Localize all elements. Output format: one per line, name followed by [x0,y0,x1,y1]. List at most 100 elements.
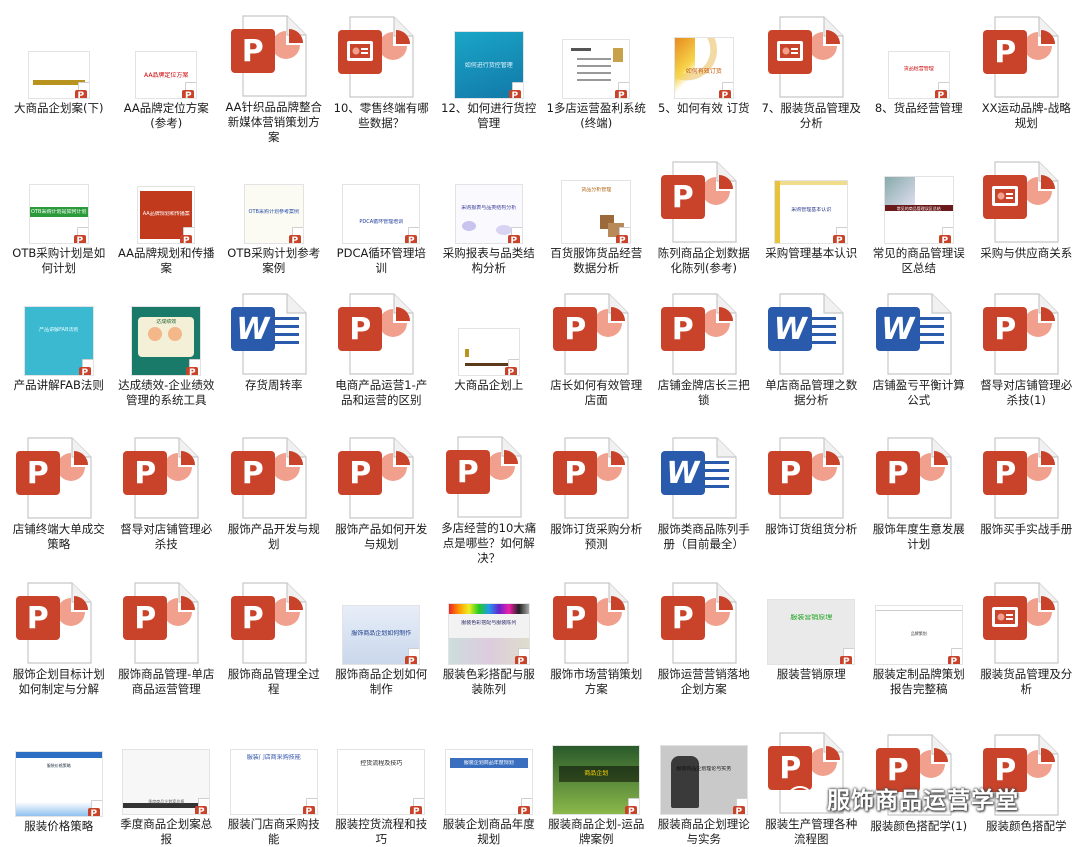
file-item[interactable]: 品牌策划 P 服装定制品牌策划报告完整稿 [865,566,973,718]
file-item[interactable]: AA品牌定位方案 P AA品牌定位方案(参考) [113,0,221,145]
file-name: 服装货品管理及分析 [980,667,1073,696]
slide-title-text: OTB采购计划参考案例 [248,209,299,215]
file-name: 店铺终端大单成交策略 [12,522,105,551]
file-item[interactable]: P 督导对店铺管理必杀技 [113,421,221,566]
file-item[interactable]: P 督导对店铺管理必杀技(1) [973,277,1080,421]
file-item[interactable]: P 服饰企划目标计划如何制定与分解 [5,566,113,718]
file-name: 存货周转率 [245,378,303,392]
file-item[interactable]: W 店铺盈亏平衡计算公式 [865,277,973,421]
file-item[interactable]: 如何进行货控管理 P 12、如何进行货控管理 [435,0,543,145]
file-item[interactable]: W 服饰类商品陈列手册（目前最全） [650,421,758,566]
file-item[interactable]: P 服饰运营营销落地企划方案 [650,566,758,718]
file-item[interactable]: P 服饰订货组货分析 [758,421,866,566]
file-thumbnail: 控货流程及技巧 P [338,730,425,814]
slide-thumbnail: P [563,40,630,98]
file-item[interactable]: P 服饰商品管理全过程 [220,566,328,718]
file-item[interactable]: W 单店商品管理之数据分析 [758,277,866,421]
file-item[interactable]: PDCA循环管理培训 P PDCA循环管理培训 [328,145,436,277]
file-item[interactable]: P 服饰商品管理-单店商品运营管理 [113,566,221,718]
file-thumbnail: 服装商品企划理论与实务 P [660,730,747,814]
file-item[interactable]: 服装色彩搭配与服装陈列 P 服装色彩搭配与服装陈列 [435,566,543,718]
file-item[interactable]: 服装门店商采购技能 P 服装门店商采购技能 [220,718,328,847]
file-name: 7、服装货品管理及分析 [761,101,861,130]
powerpoint-small-icon: P [938,227,953,243]
file-item[interactable]: 服装企划商品年度规划 P 服装企划商品年度规划 [435,718,543,847]
file-item[interactable]: P 服饰产品如何开发与规划 [328,421,436,566]
file-item[interactable]: 服装商品企划理论与实务 P 服装商品企划理论与实务 [650,718,758,847]
file-item[interactable]: 服饰商品企划如何制作 P 服饰商品企划如何制作 [328,566,436,718]
file-item[interactable]: 采购报表与品类结构分析 P 采购报表与品类结构分析 [435,145,543,277]
file-item[interactable]: 商品企划 P 服装商品企划-运品牌案例 [543,718,651,847]
file-item[interactable]: AA品牌规划和传播案 P AA品牌规划和传播案 [113,145,221,277]
slide-title-text: 服装营销原理 [790,614,833,621]
file-item[interactable]: OTB采购计划参考案例 P OTB采购计划参考案例 [220,145,328,277]
file-item[interactable]: P 陈列商品企划数据化陈列(参考) [650,145,758,277]
file-thumbnail: 采购报表与品类结构分析 P [446,157,532,243]
file-item[interactable]: P 1多店运营盈利系统(终端) [543,0,651,145]
file-item[interactable]: 采购与供应商关系 [973,145,1080,277]
slide-thumbnail: 服装门店商采购技能 P [230,750,317,814]
file-item[interactable]: P 大商品企划上 [435,277,543,421]
slide-title-text: 服装价格策略 [46,763,71,768]
file-item[interactable]: 服装营销原理 P 服装营销原理 [758,566,866,718]
file-item[interactable]: OTB采购计划是如何计划 P OTB采购计划是如何计划 [5,145,113,277]
file-thumbnail [983,578,1069,664]
file-item[interactable]: P 多店经营的10大痛点是哪些？如何解决？ [435,421,543,566]
file-thumbnail: P [660,578,747,664]
file-item[interactable]: 服装价格策略 P 服装价格策略 [5,718,113,847]
slide-thumbnail: 货品分析管理 P [562,181,631,243]
powerpoint-file-icon: P [553,293,629,375]
powerpoint-small-icon: P [514,648,529,664]
file-name: 服装色彩搭配与服装陈列 [442,667,535,696]
file-item[interactable]: P 店长如何有效管理店面 [543,277,651,421]
file-item[interactable]: P 大商品企划案(下) [5,0,113,145]
file-thumbnail: P [875,433,962,519]
file-item[interactable]: 10、零售终端有哪些数据？ [328,0,436,145]
file-name: 多店经营的10大痛点是哪些？如何解决？ [441,521,537,565]
file-item[interactable]: 季度商品企划案总报 P 季度商品企划案总报 [113,718,221,847]
powerpoint-small-icon: P [625,798,640,814]
file-item[interactable]: P 电商产品运营1-产品和运营的区别 [328,277,436,421]
file-item[interactable]: 货品经营管理 P 8、货品经营管理 [865,0,973,145]
powerpoint-small-icon: P [833,227,848,243]
file-name: 单店商品管理之数据分析 [765,378,858,407]
file-thumbnail: P [553,12,639,98]
word-file-icon: W [875,293,952,375]
file-item[interactable]: P 店铺终端大单成交策略 [5,421,113,566]
file-name: 服饰运营营销落地企划方案 [657,667,750,696]
file-item[interactable]: P 服饰买手实战手册 [973,421,1080,566]
file-name: 服装门店商采购技能 [227,817,320,846]
file-item[interactable]: 如何有效订货 P 5、如何有效 订货 [650,0,758,145]
file-thumbnail: 服装营销原理 P [768,578,855,664]
file-item[interactable]: 达成绩效 P 达成绩效-企业绩效管理的系统工具 [113,277,221,421]
file-name: 服饰产品如何开发与规划 [335,522,428,551]
file-thumbnail: W [230,289,317,375]
file-item[interactable]: P 服饰产品开发与规划 [220,421,328,566]
file-item[interactable]: 服装货品管理及分析 [973,566,1080,718]
slide-thumbnail: 季度商品企划案总报 P [123,750,210,814]
slide-title-text: AA品牌规划和传播案 [142,211,190,217]
file-item[interactable]: P 店铺金牌店长三把锁 [650,277,758,421]
file-name: 大商品企划案(下) [14,101,104,115]
file-item[interactable]: 7、服装货品管理及分析 [758,0,866,145]
file-item[interactable]: P XX运动品牌-战略规划 [973,0,1080,145]
powerpoint-small-icon: P [302,798,317,814]
file-thumbnail: P [230,578,317,664]
file-item[interactable]: W 存货周转率 [220,277,328,421]
file-item[interactable]: P AA针织品品牌整合新媒体营销策划方案 [220,0,328,145]
file-item[interactable]: P 服饰市场营销策划方案 [543,566,651,718]
file-item[interactable]: P 服饰年度生意发展计划 [865,421,973,566]
file-item[interactable]: 采购管理基本认识 P 采购管理基本认识 [758,145,866,277]
powerpoint-small-icon: P [288,227,303,243]
file-thumbnail: 达成绩效 P [123,289,209,375]
file-item[interactable]: 控货流程及技巧 P 服装控货流程和技巧 [328,718,436,847]
file-item[interactable]: 货品分析管理 P 百货服饰货品经营数据分析 [543,145,651,277]
file-item[interactable]: 产品讲解FAB法则 P 产品讲解FAB法则 [5,277,113,421]
file-name: AA品牌规划和传播案 [117,246,215,275]
file-item[interactable]: 常见的商品管理误区总结 P 常见的商品管理误区总结 [865,145,973,277]
file-thumbnail: 品牌策划 P [875,578,962,664]
file-thumbnail: P [16,12,102,98]
slide-title-text: 服装商品企划理论与实务 [676,766,732,772]
file-item[interactable]: P 服饰订货采购分析 预测 [543,421,651,566]
file-thumbnail: P [553,289,639,375]
